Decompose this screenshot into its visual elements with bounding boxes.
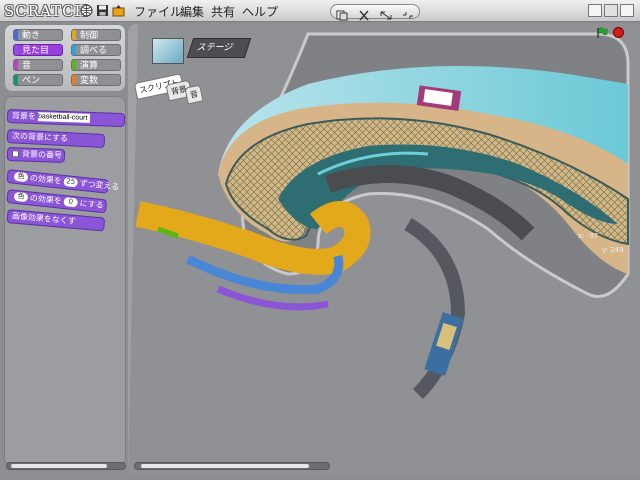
- next-backdrop-block[interactable]: 次の背景にする: [6, 129, 106, 149]
- block-label: 背景を: [11, 111, 37, 122]
- reporter-checkbox[interactable]: [11, 150, 20, 158]
- share-icon[interactable]: [112, 4, 125, 17]
- category-3[interactable]: 調べる: [71, 44, 121, 56]
- category-7[interactable]: 変数: [71, 74, 121, 86]
- green-flag-icon[interactable]: [596, 27, 608, 39]
- category-1[interactable]: 制御: [71, 29, 121, 41]
- sprite-name-field[interactable]: ステージ: [186, 38, 252, 58]
- blocks-scrollbar[interactable]: [6, 462, 126, 470]
- block-label: にする: [79, 198, 105, 211]
- category-palette: 動き 制御 見た目 調べる音演算 ペン 変数: [4, 24, 126, 92]
- globe-icon[interactable]: [80, 4, 93, 17]
- blocks-palette: 背景を 次の背景にする 背景の番号 色の効果を25ずつ変える 色の効果を0にする…: [4, 96, 126, 466]
- mouse-x-readout: x: -37: [578, 232, 599, 240]
- effect-dropdown[interactable]: 色: [13, 191, 29, 203]
- block-label: 次の背景にする: [11, 131, 69, 144]
- menubar: SCRATCH ファイル 編集 共有 ヘルプ: [0, 0, 640, 22]
- mouse-y-readout: y: 249: [602, 246, 624, 254]
- backdrop-number-reporter[interactable]: 背景の番号: [6, 147, 66, 164]
- grow-icon[interactable]: [379, 6, 393, 20]
- stop-button[interactable]: [613, 27, 624, 38]
- sprite-tools: [330, 4, 420, 21]
- category-5[interactable]: 演算: [71, 59, 121, 71]
- small-stage-mode-icon[interactable]: [588, 4, 602, 17]
- save-icon[interactable]: [96, 4, 109, 17]
- tab-sounds[interactable]: 音: [184, 84, 204, 105]
- menu-help[interactable]: ヘルプ: [242, 3, 278, 20]
- category-2[interactable]: 見た目: [13, 44, 63, 56]
- scratch-logo: SCRATCH: [4, 2, 89, 20]
- menu-file[interactable]: ファイル: [134, 3, 182, 20]
- block-label: ずつ変える: [79, 178, 120, 192]
- cut-icon[interactable]: [357, 6, 371, 21]
- clear-effects-block[interactable]: 画像効果をなくす: [6, 209, 106, 232]
- effect-amount-input[interactable]: 25: [63, 176, 79, 188]
- menu-edit[interactable]: 編集: [180, 3, 204, 20]
- category-0[interactable]: 動き: [13, 29, 63, 41]
- backdrop-dropdown[interactable]: [37, 112, 91, 123]
- menu-share[interactable]: 共有: [211, 3, 235, 20]
- block-label: の効果を: [29, 193, 63, 206]
- shrink-icon[interactable]: [401, 6, 415, 19]
- duplicate-icon[interactable]: [335, 6, 349, 21]
- effect-dropdown[interactable]: 色: [13, 171, 29, 183]
- category-6[interactable]: ペン: [13, 74, 63, 86]
- swirled-workspace: [128, 24, 640, 474]
- sprite-thumbnail[interactable]: [152, 38, 184, 64]
- effect-value-input[interactable]: 0: [63, 196, 79, 208]
- switch-backdrop-block[interactable]: 背景を: [6, 109, 126, 128]
- normal-stage-mode-icon[interactable]: [604, 4, 618, 17]
- scratch-window: SCRATCH ファイル 編集 共有 ヘルプ 動き 制御 見た目 調べる音演算 ペン 変数…: [0, 0, 640, 480]
- category-4[interactable]: 音: [13, 59, 63, 71]
- scripts-scrollbar[interactable]: [134, 462, 330, 470]
- presentation-mode-icon[interactable]: [620, 4, 634, 17]
- block-label: 画像効果をなくす: [11, 211, 77, 226]
- block-label: 背景の番号: [21, 149, 63, 160]
- block-label: の効果を: [29, 173, 63, 186]
